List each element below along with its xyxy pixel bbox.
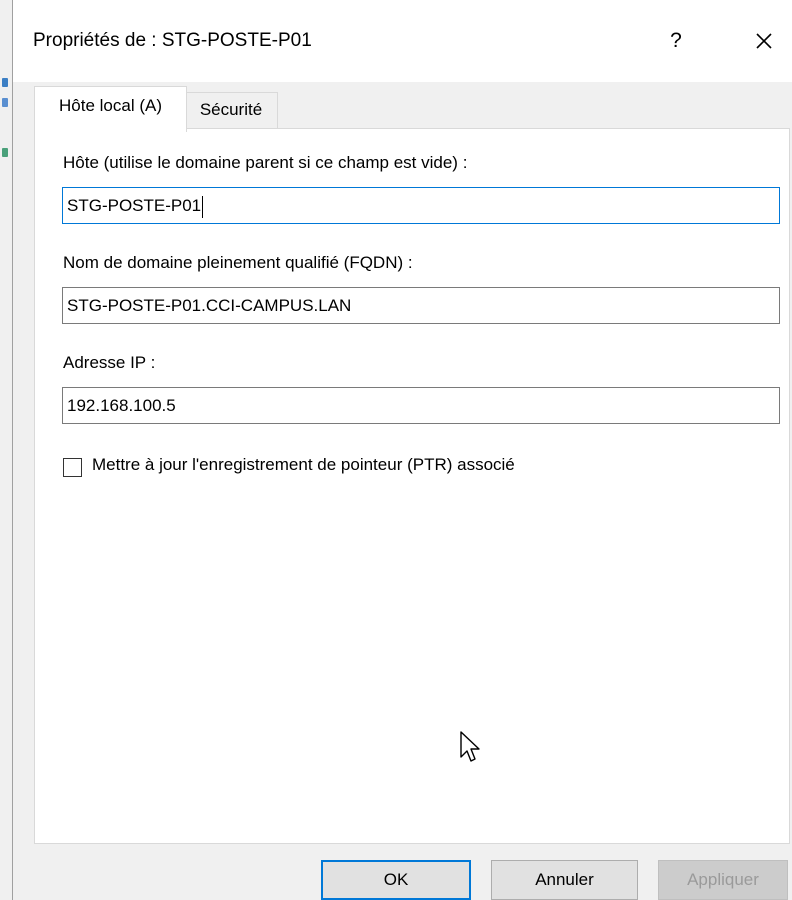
ip-label: Adresse IP : bbox=[63, 353, 156, 372]
tab-hote-local[interactable]: Hôte local (A) bbox=[34, 86, 187, 132]
zone-icon bbox=[2, 148, 8, 157]
close-icon bbox=[756, 33, 772, 49]
fqdn-label: Nom de domaine pleinement qualifié (FQDN… bbox=[63, 253, 413, 272]
fqdn-input-value: STG-POSTE-P01.CCI-CAMPUS.LAN bbox=[67, 296, 352, 315]
dialog-title: Propriétés de : STG-POSTE-P01 bbox=[33, 30, 312, 51]
cancel-button[interactable]: Annuler bbox=[491, 860, 638, 900]
help-button[interactable]: ? bbox=[661, 26, 691, 56]
title-bar: Propriétés de : STG-POSTE-P01 ? bbox=[13, 0, 792, 82]
close-button[interactable] bbox=[749, 26, 779, 56]
apply-button[interactable]: Appliquer bbox=[658, 860, 788, 900]
tab-securite[interactable]: Sécurité bbox=[185, 92, 278, 129]
properties-dialog: Propriétés de : STG-POSTE-P01 ? Hôte loc… bbox=[13, 0, 792, 900]
fqdn-input[interactable]: STG-POSTE-P01.CCI-CAMPUS.LAN bbox=[62, 287, 780, 324]
mouse-pointer-icon bbox=[460, 731, 480, 762]
ptr-checkbox-label[interactable]: Mettre à jour l'enregistrement de pointe… bbox=[92, 455, 515, 475]
tab-panel-hote-local: Hôte (utilise le domaine parent si ce ch… bbox=[34, 128, 790, 844]
host-label: Hôte (utilise le domaine parent si ce ch… bbox=[63, 153, 468, 172]
ip-input-value: 192.168.100.5 bbox=[67, 396, 176, 415]
folder-icon bbox=[2, 78, 8, 87]
background-window-edge bbox=[0, 0, 13, 900]
ptr-checkbox[interactable] bbox=[63, 458, 82, 477]
text-caret bbox=[202, 195, 204, 218]
ip-input[interactable]: 192.168.100.5 bbox=[62, 387, 780, 424]
host-input-value: STG-POSTE-P01 bbox=[67, 196, 202, 215]
ok-button[interactable]: OK bbox=[321, 860, 471, 900]
host-input[interactable]: STG-POSTE-P01 bbox=[62, 187, 780, 224]
server-icon bbox=[2, 98, 8, 107]
